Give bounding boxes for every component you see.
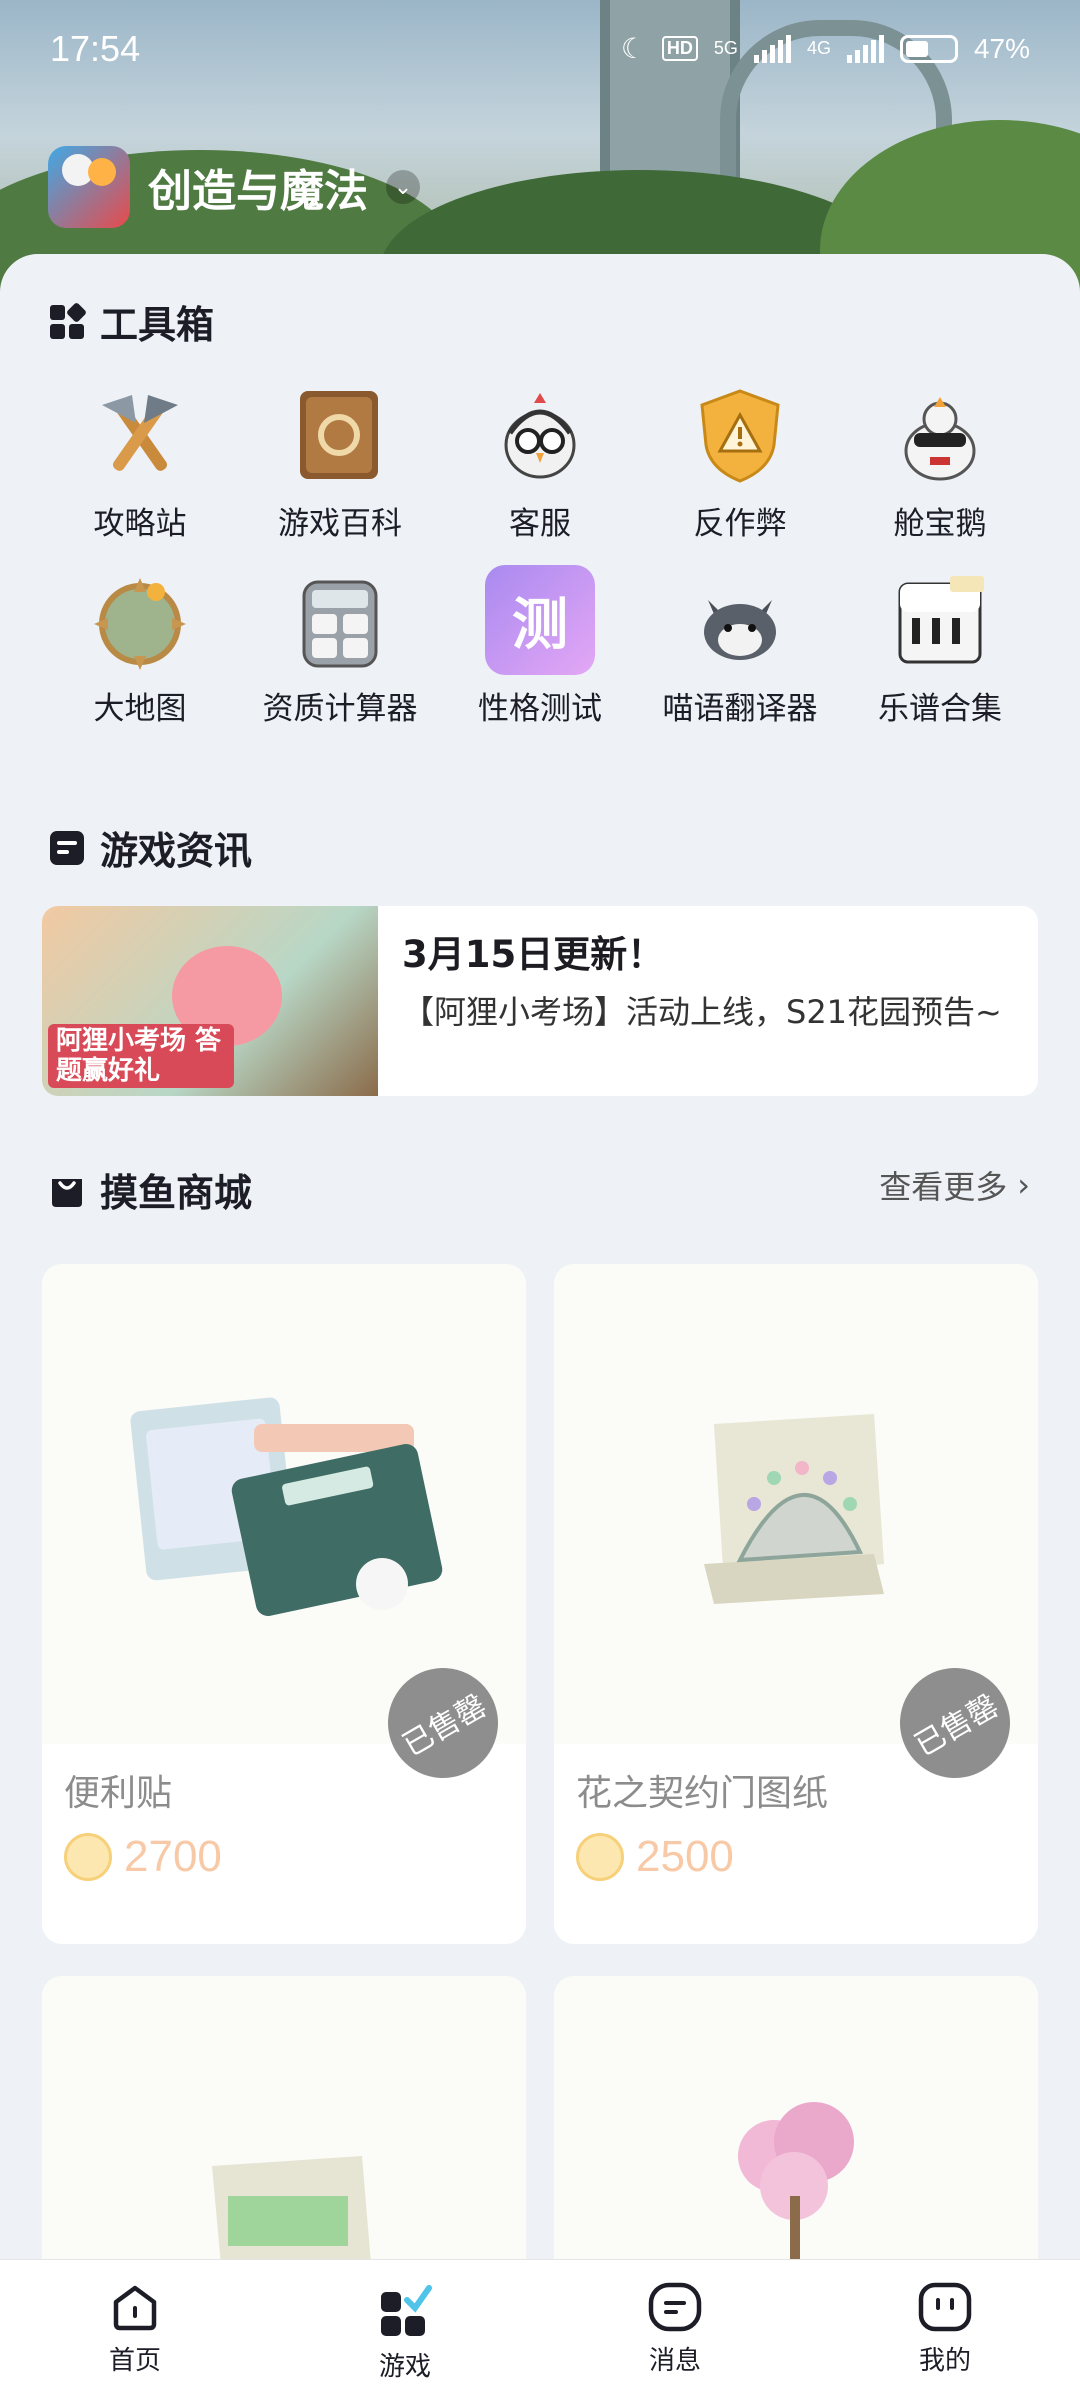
chevron-down-icon: ⌄	[386, 170, 420, 204]
games-grid-icon	[381, 2285, 432, 2336]
home-icon	[113, 2285, 157, 2331]
news-icon	[48, 829, 86, 867]
tab-games[interactable]: 游戏	[270, 2260, 540, 2400]
tool-label: 乐谱合集	[878, 691, 1002, 727]
toolbox-title: 工具箱	[100, 303, 215, 347]
tool-anticheat[interactable]: 反作弊	[640, 380, 840, 543]
price-value: 2700	[124, 1832, 222, 1881]
price-value: 2500	[636, 1832, 734, 1881]
tool-label: 攻略站	[93, 506, 187, 542]
battery-icon	[899, 34, 958, 63]
tool-calculator[interactable]: 资质计算器	[240, 565, 440, 728]
coin-icon	[576, 1833, 624, 1881]
profile-face-icon	[918, 2282, 972, 2332]
tool-label: 反作弊	[693, 506, 787, 542]
chevron-right-icon: ›	[1017, 1166, 1030, 1204]
tool-wiki[interactable]: 游戏百科	[240, 380, 440, 543]
message-icon	[648, 2282, 702, 2332]
product-image	[42, 1976, 526, 2276]
battery-percent: 47%	[973, 32, 1030, 64]
toolbox-grid: 攻略站 游戏百科 客服 反作弊 舱宝鹅 大地图 资质计算器 测 性格测试 喵语翻…	[40, 380, 1040, 728]
hd-badge: HD	[661, 36, 698, 61]
tab-label: 我的	[918, 2346, 971, 2376]
main-content: 工具箱 攻略站 游戏百科 客服 反作弊 舱宝鹅 大地图 资质计算器 测 性格测试…	[0, 254, 1080, 2276]
shop-title: 摸鱼商城	[100, 1171, 253, 1215]
signal-icon	[753, 34, 791, 63]
tab-messages[interactable]: 消息	[540, 2260, 810, 2400]
shopping-bag-icon	[48, 1171, 86, 1209]
app-name: 创造与魔法	[148, 166, 368, 217]
tab-label: 游戏	[378, 2352, 431, 2382]
product-price: 2700	[64, 1832, 222, 1882]
thumbnail-caption: 阿狸小考场 答题赢好礼	[48, 1024, 234, 1088]
tab-profile[interactable]: 我的	[810, 2260, 1080, 2400]
product-card[interactable]	[42, 1976, 526, 2276]
piano-icon	[885, 565, 995, 675]
product-card[interactable]	[554, 1976, 1038, 2276]
product-name: 便利贴	[64, 1773, 173, 1814]
tool-label: 性格测试	[478, 691, 602, 727]
tool-map[interactable]: 大地图	[40, 565, 240, 728]
network-4g: 4G	[806, 38, 831, 58]
shop-header: 摸鱼商城	[48, 1162, 252, 1217]
view-more-label: 查看更多	[879, 1168, 1008, 1206]
tool-label: 喵语翻译器	[662, 691, 818, 727]
view-more-link[interactable]: 查看更多 ›	[879, 1162, 1030, 1208]
news-header: 游戏资讯	[48, 820, 252, 875]
news-thumbnail: 阿狸小考场 答题赢好礼	[42, 906, 378, 1096]
warning-shield-icon	[685, 380, 795, 490]
moon-icon: ☾	[620, 33, 646, 64]
tab-label: 首页	[108, 2346, 161, 2376]
news-summary: 【阿狸小考场】活动上线，S21花园预告~	[402, 993, 1002, 1031]
status-bar: 17:54 ☾ HD 5G 4G 47%	[0, 24, 1080, 80]
news-title: 游戏资讯	[100, 829, 253, 873]
tool-guide[interactable]: 攻略站	[40, 380, 240, 543]
tool-support[interactable]: 客服	[440, 380, 640, 543]
tab-home[interactable]: 首页	[0, 2260, 270, 2400]
tool-cat-translator[interactable]: 喵语翻译器	[640, 565, 840, 728]
product-image	[554, 1976, 1038, 2276]
product-name: 花之契约门图纸	[576, 1773, 829, 1814]
app-logo-icon	[48, 146, 130, 228]
signal-icon	[846, 34, 884, 63]
tool-label: 客服	[509, 506, 571, 542]
test-icon: 测	[485, 565, 595, 675]
tab-label: 消息	[648, 2346, 701, 2376]
news-card[interactable]: 阿狸小考场 答题赢好礼 3月15日更新！ 【阿狸小考场】活动上线，S21花园预告…	[42, 906, 1038, 1096]
calculator-icon	[285, 565, 395, 675]
grid-icon	[48, 302, 86, 341]
goose-icon	[885, 380, 995, 490]
product-card[interactable]: 已售罄 花之契约门图纸 2500	[554, 1264, 1038, 1944]
coin-icon	[64, 1833, 112, 1881]
cat-icon	[685, 565, 795, 675]
tool-label: 资质计算器	[262, 691, 418, 727]
product-card[interactable]: 已售罄 便利贴 2700	[42, 1264, 526, 1944]
map-compass-icon	[85, 565, 195, 675]
bottom-tab-bar: 首页 游戏 消息 我的	[0, 2259, 1080, 2400]
headset-bird-icon	[485, 380, 595, 490]
book-icon	[285, 380, 395, 490]
news-headline: 3月15日更新！	[402, 933, 665, 976]
app-switcher[interactable]: 创造与魔法 ⌄	[48, 146, 420, 228]
tool-label: 游戏百科	[278, 506, 402, 542]
tool-goose[interactable]: 舱宝鹅	[840, 380, 1040, 543]
status-time: 17:54	[50, 28, 141, 69]
tool-personality-test[interactable]: 测 性格测试	[440, 565, 640, 728]
tool-sheet-music[interactable]: 乐谱合集	[840, 565, 1040, 728]
tool-label: 大地图	[93, 691, 187, 727]
axe-icon	[85, 380, 195, 490]
network-5g: 5G	[713, 38, 738, 58]
tool-label: 舱宝鹅	[893, 506, 987, 542]
toolbox-header: 工具箱	[48, 294, 214, 349]
product-price: 2500	[576, 1832, 734, 1882]
